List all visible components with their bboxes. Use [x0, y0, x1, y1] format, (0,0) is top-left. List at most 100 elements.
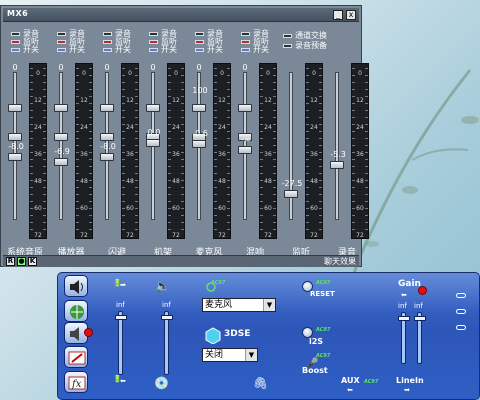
ac97-label-2: AC97: [316, 280, 331, 286]
option-toggle-icon[interactable]: [103, 47, 112, 52]
meter-tick: [352, 208, 355, 209]
meter-tick: [168, 110, 171, 111]
option-toggle-icon[interactable]: [57, 47, 66, 52]
meter-tick: [30, 96, 33, 97]
arrow-left-icon: ⬅: [120, 377, 126, 385]
channel-7-fader-knob[interactable]: [284, 190, 298, 199]
inf-label-4: inf: [414, 302, 423, 310]
link-toggle-icon-3[interactable]: [456, 325, 466, 330]
meter-tick: [214, 103, 217, 104]
channel-4-fader-knob[interactable]: [146, 138, 160, 147]
meter-tick: [260, 194, 263, 195]
option-toggle-icon[interactable]: [283, 43, 292, 48]
meter-tick: [181, 145, 184, 146]
meter-tick: [214, 117, 217, 118]
channel-1-option-3[interactable]: 开关: [11, 44, 39, 55]
channel-1-preset-knob-1[interactable]: [8, 103, 22, 112]
channel-2-preset-knob-1[interactable]: [54, 103, 68, 112]
pen-button[interactable]: [64, 346, 88, 368]
channel-2-fader-knob[interactable]: [54, 157, 68, 166]
channel-6-preset-knob-1[interactable]: [238, 103, 252, 112]
option-toggle-icon[interactable]: [11, 31, 20, 36]
meter-tick: [181, 96, 184, 97]
minimize-button[interactable]: _: [333, 10, 343, 20]
option-toggle-icon[interactable]: [241, 31, 250, 36]
meter-tick: [122, 166, 125, 167]
channel-4-preset-knob-1[interactable]: [146, 103, 160, 112]
fx-button[interactable]: fx: [64, 371, 88, 393]
network-button[interactable]: [64, 300, 88, 322]
option-toggle-icon[interactable]: [11, 47, 20, 52]
option-toggle-icon[interactable]: [241, 39, 250, 44]
link-toggle-icon-1[interactable]: [456, 293, 466, 298]
option-toggle-icon[interactable]: [283, 33, 292, 38]
channel-2-preset-knob-2[interactable]: [54, 133, 68, 142]
volume-slider-knob-2[interactable]: [161, 315, 173, 320]
channel-8-fader-knob[interactable]: [330, 160, 344, 169]
meter-tick: [273, 166, 276, 167]
option-toggle-icon[interactable]: [11, 39, 20, 44]
channel-4-option-3[interactable]: 开关: [149, 44, 177, 55]
effect-select[interactable]: 麦克风 ▼: [202, 298, 276, 312]
meter-tick: [273, 82, 276, 83]
volume-slider-knob-1[interactable]: [115, 315, 127, 320]
mode-select[interactable]: 关闭 ▼: [202, 348, 258, 362]
arrow-left-icon-2: ⬅: [347, 386, 353, 394]
option-toggle-icon[interactable]: [149, 39, 158, 44]
rec-status-icon[interactable]: R: [6, 257, 15, 266]
meter-tick: [260, 159, 263, 160]
option-toggle-icon[interactable]: [195, 47, 204, 52]
speaker-button[interactable]: [64, 275, 88, 297]
meter-tick: [168, 166, 171, 167]
close-button[interactable]: x: [346, 10, 356, 20]
meter-tick: [319, 75, 322, 76]
channel-3-preset-knob-2[interactable]: [100, 133, 114, 142]
option-toggle-icon[interactable]: [103, 39, 112, 44]
channel-3-preset-knob-1[interactable]: [100, 103, 114, 112]
mixer-titlebar[interactable]: MX6 _ x: [3, 8, 359, 22]
channel-2-option-3[interactable]: 开关: [57, 44, 85, 55]
option-toggle-icon[interactable]: [57, 39, 66, 44]
meter-tick: [227, 208, 230, 209]
meter-tick: [168, 208, 171, 209]
volume-slider-track-2[interactable]: [164, 311, 169, 375]
meter-tick: [76, 138, 79, 139]
link-toggle-icon-2[interactable]: [456, 309, 466, 314]
meter-tick: [181, 187, 184, 188]
k-status-icon[interactable]: K: [28, 257, 37, 266]
meter-tick: [122, 187, 125, 188]
channel-5-fader-knob[interactable]: [192, 140, 206, 149]
option-toggle-icon[interactable]: [195, 31, 204, 36]
option-toggle-icon[interactable]: [241, 47, 250, 52]
option-toggle-icon[interactable]: [103, 31, 112, 36]
channel-1-preset-knob-2[interactable]: [8, 133, 22, 142]
meter-tick: [76, 75, 79, 76]
meter-tick: [365, 117, 368, 118]
channel-5-preset-knob-1[interactable]: [192, 103, 206, 112]
volume-slider-track-1[interactable]: [118, 311, 123, 375]
meter-tick: [135, 138, 138, 139]
option-toggle-icon[interactable]: [149, 47, 158, 52]
extra-option-2[interactable]: 录音预备: [283, 40, 327, 51]
option-toggle-icon[interactable]: [57, 31, 66, 36]
gain-slider-knob-right[interactable]: [414, 316, 426, 321]
meter-tick: [227, 187, 230, 188]
channel-1-fader-knob[interactable]: [8, 153, 22, 162]
meter-tick: [181, 152, 184, 153]
power-status-icon[interactable]: ●: [17, 257, 26, 266]
meter-tick: [181, 103, 184, 104]
meter-tick: [135, 124, 138, 125]
option-toggle-icon[interactable]: [195, 39, 204, 44]
gain-record-indicator[interactable]: [418, 286, 427, 295]
channel-3-fader-knob[interactable]: [100, 153, 114, 162]
gain-slider-knob-left[interactable]: [398, 316, 410, 321]
meter-tick: [273, 68, 276, 69]
channel-6-fader-knob[interactable]: [238, 146, 252, 154]
channel-6-option-3[interactable]: 开关: [241, 44, 269, 55]
channel-3-option-3[interactable]: 开关: [103, 44, 131, 55]
channel-8-fader-track[interactable]: [335, 72, 339, 220]
channel-5-option-3[interactable]: 开关: [195, 44, 223, 55]
refresh-icon[interactable]: [205, 281, 217, 293]
option-toggle-icon[interactable]: [149, 31, 158, 36]
meter-tick: [352, 152, 355, 153]
